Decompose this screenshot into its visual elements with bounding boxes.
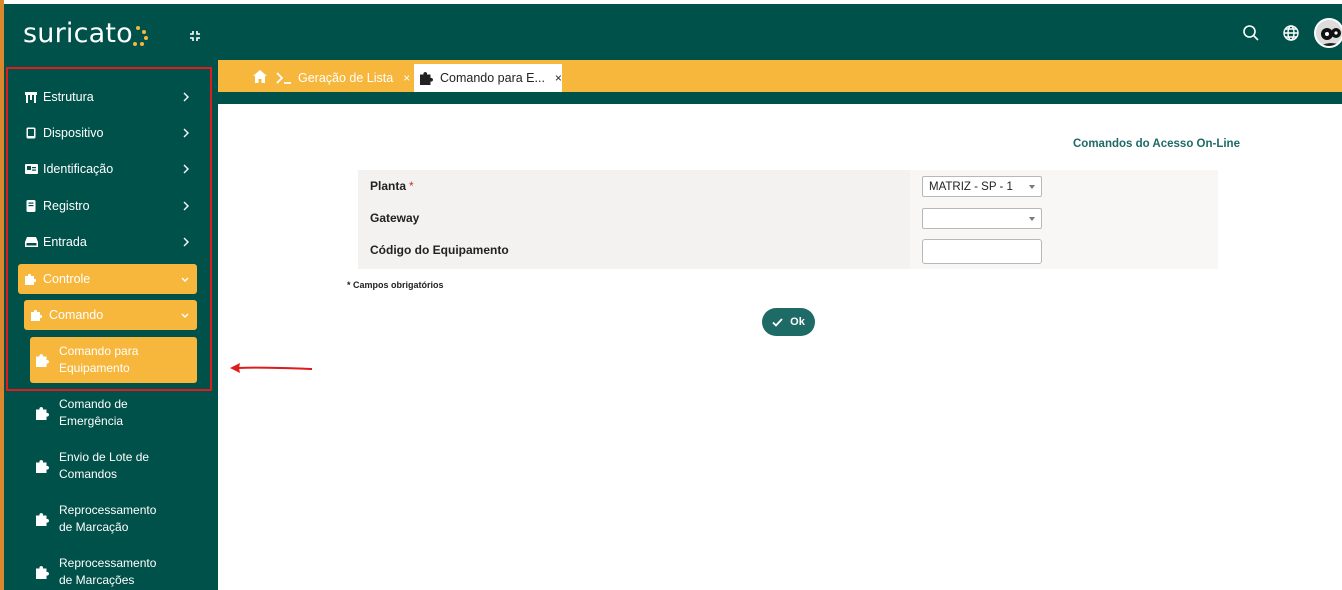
sidebar-item-label: Reprocessamento de Marcação	[59, 503, 157, 534]
sidebar-item-comando-para-equipamento[interactable]: Comando para Equipamento	[30, 337, 197, 383]
ok-button[interactable]: Ok	[762, 308, 815, 336]
sidebar-item-label: Dispositivo	[43, 126, 104, 140]
puzzle-icon	[36, 406, 50, 420]
planta-select[interactable]: MATRIZ - SP - 1	[922, 176, 1042, 197]
sidebar: suricato Estrutura Dispositivo Identific…	[4, 4, 218, 590]
sidebar-item-identificacao[interactable]: Identificação	[18, 154, 198, 184]
puzzle-icon	[36, 512, 50, 526]
sidebar-item-registro[interactable]: Registro	[18, 191, 198, 221]
sidebar-item-label: Comando de Emergência	[59, 397, 128, 428]
chevron-down-icon	[181, 313, 189, 318]
top-bar	[218, 4, 1342, 60]
codigo-equipamento-input[interactable]	[922, 239, 1042, 264]
chevron-down-icon	[1029, 217, 1035, 221]
sidebar-item-entrada[interactable]: Entrada	[18, 227, 198, 257]
sidebar-item-label: Identificação	[43, 162, 114, 176]
sidebar-item-label: Comando para Equipamento	[59, 344, 139, 375]
tab-geracao-de-lista[interactable]: Geração de Lista ×	[276, 64, 410, 92]
sidebar-item-reprocessamento-marcacao[interactable]: Reprocessamento de Marcação	[30, 501, 197, 537]
tab-comando-para-equipamento[interactable]: Comando para E... ×	[414, 64, 562, 92]
check-icon	[772, 317, 783, 327]
codigo-equipamento-label: Código do Equipamento	[370, 243, 509, 257]
close-tab-icon[interactable]: ×	[555, 71, 562, 85]
chevron-down-icon	[181, 277, 189, 282]
book-icon	[24, 199, 38, 213]
planta-label: Planta *	[370, 179, 414, 193]
sidebar-item-label: Reprocessamento de Marcações	[59, 556, 157, 587]
tab-bar-underline	[218, 92, 1342, 104]
id-card-icon	[24, 162, 38, 176]
sidebar-item-label: Registro	[43, 199, 90, 213]
required-fields-note: * Campos obrigatórios	[347, 280, 444, 290]
puzzle-icon	[30, 308, 44, 322]
close-tab-icon[interactable]: ×	[403, 71, 410, 85]
puzzle-icon	[36, 459, 50, 473]
puzzle-icon	[24, 272, 38, 286]
puzzle-icon	[36, 565, 50, 579]
globe-icon[interactable]	[1282, 24, 1300, 42]
terminal-icon	[276, 72, 291, 84]
tab-bar: Geração de Lista × Comando para E... ×	[218, 60, 1342, 92]
sidebar-item-label: Entrada	[43, 235, 87, 249]
tab-label: Geração de Lista	[298, 71, 394, 85]
gateway-select[interactable]	[922, 208, 1042, 229]
chevron-right-icon	[183, 164, 189, 174]
puzzle-icon	[420, 71, 434, 85]
home-icon[interactable]	[253, 70, 267, 84]
sidebar-item-comando-de-emergencia[interactable]: Comando de Emergência	[30, 395, 197, 431]
chevron-right-icon	[183, 92, 189, 102]
page-title: Comandos do Acesso On-Line	[1073, 138, 1240, 150]
sidebar-item-label: Envio de Lote de Comandos	[59, 450, 150, 481]
chevron-right-icon	[183, 201, 189, 211]
sidebar-item-envio-de-lote[interactable]: Envio de Lote de Comandos	[30, 448, 197, 484]
building-icon	[24, 90, 38, 104]
sidebar-item-controle[interactable]: Controle	[18, 264, 197, 294]
sidebar-item-label: Estrutura	[43, 90, 94, 104]
collapse-sidebar-icon[interactable]	[188, 29, 202, 43]
sidebar-item-label: Comando	[49, 308, 104, 322]
sidebar-item-dispositivo[interactable]: Dispositivo	[18, 118, 198, 148]
chevron-down-icon	[1029, 185, 1035, 189]
sidebar-item-estrutura[interactable]: Estrutura	[18, 82, 198, 112]
puzzle-icon	[36, 353, 50, 367]
logo-dots-icon	[128, 26, 148, 46]
user-avatar[interactable]	[1314, 18, 1342, 48]
form-panel: Planta * MATRIZ - SP - 1 Gateway Código d…	[358, 170, 1218, 269]
logo: suricato	[23, 18, 133, 49]
gateway-label: Gateway	[370, 211, 420, 225]
sidebar-item-comando[interactable]: Comando	[24, 300, 197, 330]
chevron-right-icon	[183, 237, 189, 247]
drive-icon	[24, 235, 38, 249]
sidebar-item-reprocessamento-marcacoes[interactable]: Reprocessamento de Marcações	[30, 554, 197, 590]
search-icon[interactable]	[1242, 24, 1260, 42]
tab-label: Comando para E...	[440, 71, 545, 85]
annotation-arrow	[230, 363, 313, 373]
tablet-icon	[24, 126, 38, 140]
chevron-right-icon	[183, 128, 189, 138]
sidebar-item-label: Controle	[43, 272, 91, 286]
